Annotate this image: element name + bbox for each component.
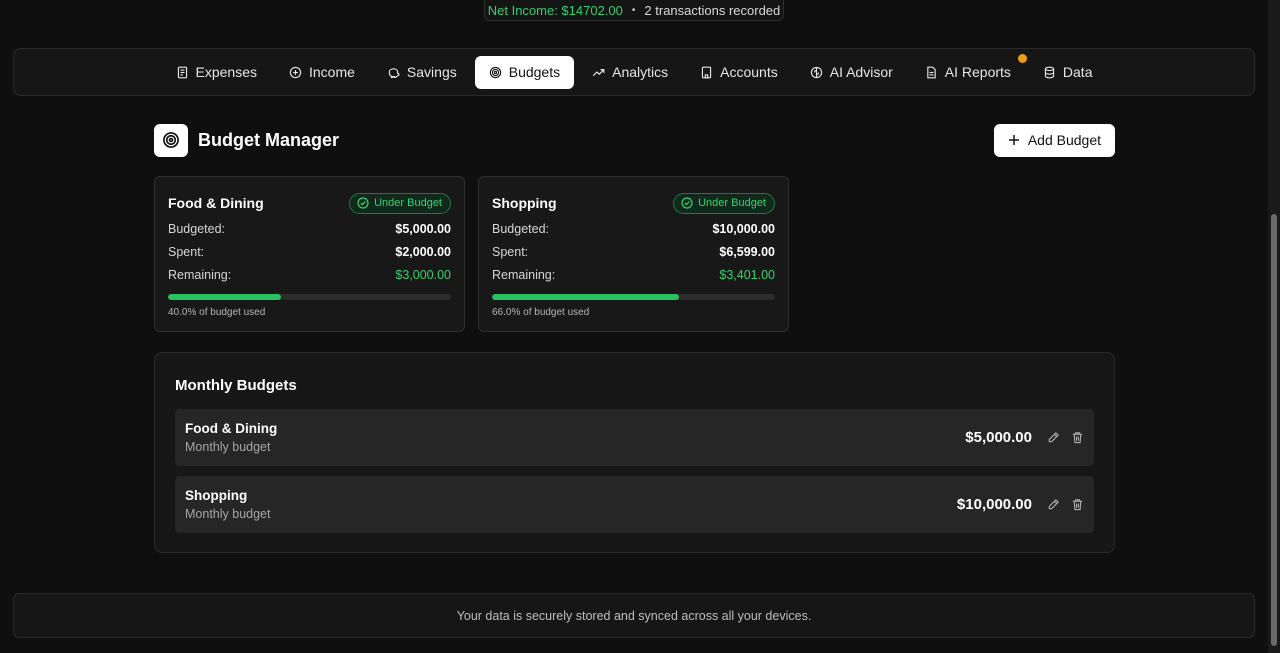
list-item: Shopping Monthly budget $10,000.00 [175,476,1094,533]
progress-fill [168,294,282,300]
receipt-icon [177,66,187,78]
building-icon [702,66,712,78]
footer-text: Your data is securely stored and synced … [456,608,812,623]
card-title: Shopping [492,195,557,211]
tab-label: Expenses [195,64,257,80]
tab-label: Budgets [508,64,561,80]
footer: Your data is securely stored and synced … [13,593,1255,638]
tab-expenses[interactable]: Expenses [162,56,271,89]
budgeted-label: Budgeted: [492,222,549,236]
main-nav: Expenses Income Savings Budgets Analytic… [13,48,1255,96]
budgeted-value: $5,000.00 [395,222,451,236]
tab-ai-reports[interactable]: AI Reports [911,53,1027,89]
tab-label: Data [1062,64,1093,80]
budget-card-shopping: Shopping Under Budget Budgeted: $10,000.0… [478,176,789,332]
file-text-icon [927,66,936,78]
add-budget-label: Add Budget [1027,132,1101,148]
summary-bar: Net Income: $14702.00 • 2 transactions r… [484,0,784,21]
remaining-label: Remaining: [168,268,232,282]
transaction-count: 2 transactions recorded [644,3,781,18]
status-badge: Under Budget [673,192,775,214]
target-icon [154,123,188,157]
tab-label: Income [309,64,355,80]
tab-data[interactable]: Data [1029,56,1107,89]
spent-value: $2,000.00 [395,245,451,259]
progress-bar [492,294,775,300]
budget-period: Monthly budget [185,440,271,454]
status-label: Under Budget [698,197,766,209]
section-title: Monthly Budgets [175,377,297,394]
edit-button[interactable] [1046,498,1060,512]
target-icon [489,66,501,78]
tab-accounts[interactable]: Accounts [686,56,792,89]
plus-icon [1008,135,1019,145]
remaining-value: $3,000.00 [395,268,451,282]
usage-text: 40.0% of budget used [168,307,266,318]
tab-ai-advisor[interactable]: AI Advisor [796,56,907,89]
list-item: Food & Dining Monthly budget $5,000.00 [175,409,1094,466]
check-circle-icon [681,197,693,209]
card-title: Food & Dining [168,195,264,211]
net-income: Net Income: $14702.00 [487,3,623,18]
page-header: Budget Manager Add Budget [154,123,1115,157]
brain-icon [810,66,822,78]
scrollbar-thumb[interactable] [1271,214,1277,646]
budget-card-food: Food & Dining Under Budget Budgeted: $5,0… [154,176,465,332]
check-circle-icon [357,197,369,209]
budgeted-label: Budgeted: [168,222,225,236]
database-icon [1044,66,1055,78]
trending-up-icon [592,68,605,76]
scrollbar[interactable] [1268,0,1280,653]
add-budget-button[interactable]: Add Budget [993,123,1115,157]
budget-amount: $10,000.00 [956,496,1032,513]
tab-budgets[interactable]: Budgets [474,55,575,89]
tab-income[interactable]: Income [275,56,369,89]
budget-amount: $5,000.00 [965,429,1032,446]
tab-label: AI Reports [944,64,1011,80]
tab-label: AI Advisor [829,64,893,80]
tab-analytics[interactable]: Analytics [578,56,682,89]
delete-button[interactable] [1070,498,1084,512]
monthly-budgets-panel: Monthly Budgets Food & Dining Monthly bu… [154,352,1115,553]
pencil-icon [1048,499,1059,510]
tab-label: Accounts [720,64,778,80]
status-label: Under Budget [374,197,442,209]
usage-text: 66.0% of budget used [492,307,590,318]
spent-label: Spent: [168,245,205,259]
tab-label: Analytics [612,64,669,80]
trash-icon [1072,499,1082,511]
pencil-icon [1048,432,1059,443]
page-title: Budget Manager [198,129,340,150]
piggy-bank-icon [388,67,400,78]
status-badge: Under Budget [349,192,451,214]
spent-label: Spent: [492,245,529,259]
plus-circle-icon [289,66,302,78]
trash-icon [1072,432,1082,444]
progress-fill [492,294,679,300]
budget-name: Shopping [185,488,248,503]
notification-badge [1017,53,1027,63]
edit-button[interactable] [1046,431,1060,445]
delete-button[interactable] [1070,431,1084,445]
budget-name: Food & Dining [185,421,278,436]
spent-value: $6,599.00 [719,245,775,259]
title-group: Budget Manager [154,123,340,157]
separator-dot: • [631,5,636,16]
budget-period: Monthly budget [185,507,271,521]
progress-bar [168,294,451,300]
tab-savings[interactable]: Savings [373,56,471,89]
remaining-label: Remaining: [492,268,556,282]
remaining-value: $3,401.00 [719,268,775,282]
tab-label: Savings [406,64,457,80]
budgeted-value: $10,000.00 [712,222,775,236]
